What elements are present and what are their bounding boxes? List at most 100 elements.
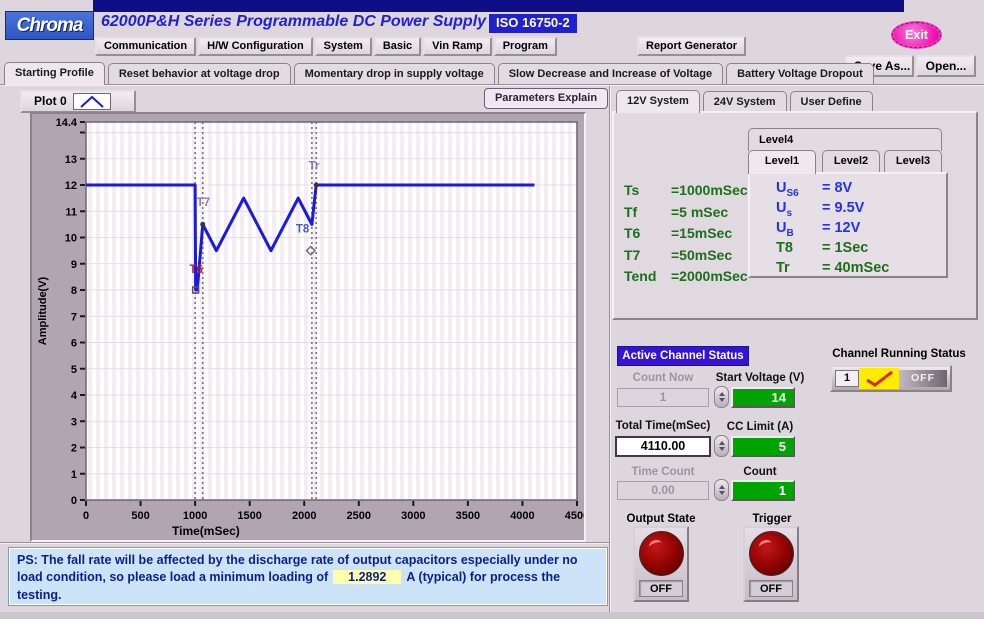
parameters-explain-button[interactable]: Parameters Explain bbox=[484, 88, 608, 109]
menu-basic[interactable]: Basic bbox=[374, 37, 421, 56]
chroma-logo: Chroma bbox=[5, 11, 94, 40]
param-ts: Ts=1000mSec bbox=[624, 182, 748, 204]
svg-text:1000: 1000 bbox=[183, 510, 207, 522]
param-tend: Tend=2000mSec bbox=[624, 268, 748, 290]
svg-text:4000: 4000 bbox=[510, 510, 534, 522]
svg-text:Time(mSec): Time(mSec) bbox=[172, 524, 240, 538]
svg-text:7: 7 bbox=[71, 311, 77, 323]
svg-text:4: 4 bbox=[71, 390, 78, 402]
channel-number: 1 bbox=[835, 370, 859, 387]
ps-note: PS: The fall rate will be affected by th… bbox=[8, 547, 608, 606]
svg-text:6: 6 bbox=[71, 338, 77, 350]
svg-text:1: 1 bbox=[71, 469, 77, 481]
tab-momentary-drop[interactable]: Momentary drop in supply voltage bbox=[294, 63, 495, 85]
cc-limit-control: 5 bbox=[714, 435, 795, 457]
level-value-us6: US6= 8V bbox=[776, 180, 946, 200]
svg-text:1500: 1500 bbox=[237, 510, 261, 522]
svg-text:13: 13 bbox=[65, 154, 77, 166]
svg-text:0: 0 bbox=[71, 495, 77, 507]
svg-text:2500: 2500 bbox=[347, 510, 371, 522]
svg-text:4500: 4500 bbox=[565, 510, 584, 522]
total-time-field[interactable]: 4110.00 bbox=[615, 436, 711, 457]
svg-text:12: 12 bbox=[65, 180, 77, 192]
tab-slow-decrease-increase[interactable]: Slow Decrease and Increase of Voltage bbox=[498, 63, 723, 85]
timing-parameters: Ts=1000mSec Tf=5 mSec T6=15mSec T7=50mSe… bbox=[624, 182, 748, 290]
channel-running-status-label: Channel Running Status bbox=[824, 348, 974, 360]
waveform-plot: 05001000150020002500300035004000450014.4… bbox=[30, 112, 586, 542]
svg-text:2000: 2000 bbox=[292, 510, 316, 522]
menu-communication[interactable]: Communication bbox=[95, 37, 196, 56]
tab-12v-system[interactable]: 12V System bbox=[616, 90, 700, 113]
start-voltage-label: Start Voltage (V) bbox=[700, 372, 820, 384]
channel-running-state: OFF bbox=[899, 370, 947, 387]
cc-limit-value[interactable]: 5 bbox=[731, 436, 795, 457]
channel-running-status-toggle[interactable]: 1 OFF bbox=[830, 365, 952, 392]
level1-values: US6= 8V Us= 9.5V UB= 12V T8= 1Sec Tr= 40… bbox=[748, 172, 948, 278]
svg-text:Amplitude(V): Amplitude(V) bbox=[37, 276, 49, 345]
menu-program[interactable]: Program bbox=[494, 37, 557, 56]
svg-text:9: 9 bbox=[71, 259, 77, 271]
output-state-value: OFF bbox=[639, 580, 683, 597]
count-spinner[interactable] bbox=[714, 479, 729, 501]
svg-text:T7: T7 bbox=[197, 197, 210, 209]
cc-limit-label: CC Limit (A) bbox=[700, 421, 820, 433]
start-voltage-value[interactable]: 14 bbox=[731, 387, 795, 408]
count-value[interactable]: 1 bbox=[731, 480, 795, 501]
output-state-label: Output State bbox=[620, 513, 702, 525]
count-label: Count bbox=[700, 466, 820, 478]
svg-text:3000: 3000 bbox=[401, 510, 425, 522]
tab-divider bbox=[0, 84, 984, 86]
report-generator-button[interactable]: Report Generator bbox=[637, 36, 746, 56]
start-voltage-spinner[interactable] bbox=[714, 386, 729, 408]
output-state-knob[interactable] bbox=[639, 531, 684, 576]
tab-level1[interactable]: Level1 bbox=[748, 150, 816, 174]
level-value-tr: Tr= 40mSec bbox=[776, 260, 946, 280]
svg-text:5: 5 bbox=[71, 364, 77, 376]
channel-check-icon[interactable] bbox=[859, 368, 899, 389]
cc-limit-spinner[interactable] bbox=[714, 435, 729, 457]
count-now-field: 1 bbox=[617, 388, 709, 407]
waveform-svg: 05001000150020002500300035004000450014.4… bbox=[32, 114, 584, 540]
menu-system[interactable]: System bbox=[315, 37, 372, 56]
tab-24v-system[interactable]: 24V System bbox=[703, 91, 787, 113]
start-voltage-control: 14 bbox=[714, 386, 795, 408]
tab-user-define[interactable]: User Define bbox=[790, 91, 873, 113]
svg-text:Tr: Tr bbox=[309, 160, 320, 172]
tab-level3[interactable]: Level3 bbox=[884, 150, 942, 173]
trigger-knob[interactable] bbox=[749, 531, 794, 576]
test-profile-tabs: Starting Profile Reset behavior at volta… bbox=[4, 62, 874, 85]
menu-vin-ramp[interactable]: Vin Ramp bbox=[423, 37, 492, 56]
app-window: Chroma 62000P&H Series Programmable DC P… bbox=[0, 0, 984, 619]
svg-text:T8: T8 bbox=[296, 223, 310, 235]
title-bar-strip bbox=[93, 0, 904, 12]
svg-text:3500: 3500 bbox=[456, 510, 480, 522]
tab-level4[interactable]: Level4 bbox=[748, 128, 942, 151]
open-button[interactable]: Open... bbox=[916, 55, 976, 77]
param-t6: T6=15mSec bbox=[624, 225, 748, 247]
level-value-us: Us= 9.5V bbox=[776, 200, 946, 220]
tab-battery-voltage-dropout[interactable]: Battery Voltage Dropout bbox=[726, 63, 874, 85]
iso-standard-badge: ISO 16750-2 bbox=[489, 14, 577, 33]
system-tabs: 12V System 24V System User Define bbox=[616, 90, 873, 113]
svg-text:8: 8 bbox=[71, 285, 77, 297]
trigger-control: OFF bbox=[743, 526, 799, 602]
menu-hw-configuration[interactable]: H/W Configuration bbox=[198, 37, 313, 56]
tab-reset-behavior[interactable]: Reset behavior at voltage drop bbox=[108, 63, 291, 85]
min-loading-value: 1.2892 bbox=[333, 570, 401, 584]
output-state-control: OFF bbox=[633, 526, 689, 602]
param-t7: T7=50mSec bbox=[624, 247, 748, 269]
trigger-value: OFF bbox=[749, 580, 793, 597]
svg-text:T6: T6 bbox=[189, 264, 202, 276]
tab-level2[interactable]: Level2 bbox=[822, 150, 880, 173]
svg-text:0: 0 bbox=[83, 510, 89, 522]
param-tf: Tf=5 mSec bbox=[624, 204, 748, 226]
plot-legend-button[interactable]: Plot 0 bbox=[20, 90, 136, 113]
exit-button[interactable]: Exit bbox=[891, 21, 942, 49]
tab-starting-profile[interactable]: Starting Profile bbox=[4, 62, 105, 85]
level-value-ub: UB= 12V bbox=[776, 220, 946, 240]
active-channel-status-header: Active Channel Status bbox=[617, 346, 749, 366]
svg-text:2: 2 bbox=[71, 443, 77, 455]
menu-bar: Communication H/W Configuration System B… bbox=[95, 37, 557, 56]
trigger-label: Trigger bbox=[736, 513, 808, 525]
svg-text:11: 11 bbox=[65, 206, 77, 218]
